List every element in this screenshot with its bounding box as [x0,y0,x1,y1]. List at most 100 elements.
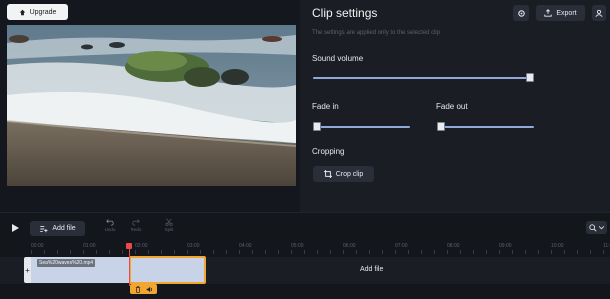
ruler-tick [577,250,578,254]
video-preview[interactable] [7,25,296,186]
redo-icon [132,219,140,226]
upgrade-button[interactable]: Upgrade [7,4,68,20]
selected-clip[interactable] [129,256,206,284]
clip-name: Sea%20waves%20.mp4 [37,259,96,267]
ruler-tick [590,250,591,254]
preview-pane: Upgrade [0,0,300,212]
cropping-label: Cropping [312,147,345,156]
ruler-tick-label: 05:00 [291,243,304,249]
fade-in-label: Fade in [312,102,339,111]
gear-icon [517,9,525,17]
play-icon[interactable] [10,223,20,233]
ruler-tick [161,250,162,254]
ruler-tick [434,250,435,254]
ruler-tick [44,250,45,254]
zoom-icon [589,223,597,232]
ruler-tick [226,250,227,254]
crop-clip-button[interactable]: Crop clip [313,166,374,182]
ruler-tick-label: 06:00 [343,243,356,249]
settings-title: Clip settings [312,6,378,20]
ruler-tick [603,250,604,254]
ruler-tick [174,250,175,254]
playhead-line [129,246,130,286]
sound-volume-label: Sound volume [312,54,364,63]
slider-track [313,126,410,128]
sound-volume-slider[interactable] [313,73,534,82]
upgrade-label: Upgrade [29,8,57,16]
split-label: Split [164,227,174,232]
ruler-tick [408,250,409,254]
ruler-tick [512,250,513,254]
add-file-track-label[interactable]: Add file [360,266,383,273]
ruler-tick [343,250,344,254]
ruler-tick [551,250,552,254]
export-icon [544,9,553,17]
undo-label: Undo [104,227,116,232]
ruler-tick [148,250,149,254]
ruler-tick [57,250,58,254]
volume-icon[interactable] [146,286,153,293]
ruler-tick-label: 11:00 [603,243,610,249]
ruler-tick [447,250,448,254]
ruler-tick [538,250,539,254]
redo-button[interactable]: Redo [127,218,145,232]
undo-button[interactable]: Undo [101,218,119,232]
crop-icon [323,170,332,178]
ruler-tick [252,250,253,254]
account-button[interactable] [592,5,606,21]
export-button[interactable]: Export [536,5,585,21]
fade-out-slider[interactable] [437,122,534,131]
ruler-tick [213,250,214,254]
ruler-tick-label: 00:00 [31,243,44,249]
ruler-tick [122,250,123,254]
ruler-tick-label: 10:00 [551,243,564,249]
clip-trim-handle[interactable]: + [24,257,31,283]
ruler-tick-label: 04:00 [239,243,252,249]
ruler-tick [291,250,292,254]
ruler-tick [356,250,357,254]
ruler-tick [330,250,331,254]
chevron-down-icon [599,225,604,229]
timeline-ruler[interactable]: 00:00 01:00 02:00 03:00 04:00 05:00 06:00 07:00… [0,240,610,255]
ruler-tick-label: 01:00 [83,243,96,249]
slider-track [437,126,534,128]
undo-icon [106,219,114,226]
ruler-tick [369,250,370,254]
ruler-tick [382,250,383,254]
delete-icon[interactable] [135,285,141,293]
split-button[interactable]: Split [160,218,178,232]
fade-in-slider[interactable] [313,122,410,131]
ruler-tick-label: 09:00 [499,243,512,249]
playhead-handle[interactable] [126,243,132,249]
ruler-tick-label: 07:00 [395,243,408,249]
ruler-tick [83,250,84,254]
ruler-tick [187,250,188,254]
scissors-icon [165,218,173,226]
slider-thumb[interactable] [313,122,321,131]
ruler-tick [239,250,240,254]
add-file-button[interactable]: Add file [30,221,85,236]
ruler-tick [109,250,110,254]
ruler-tick [31,250,32,254]
ruler-tick-label: 08:00 [447,243,460,249]
ruler-tick [135,250,136,254]
clip-settings-panel: Clip settings The settings are applied o… [300,0,610,212]
user-icon [595,9,603,17]
clip-toolbar [130,284,157,294]
ruler-tick [486,250,487,254]
ruler-tick [421,250,422,254]
redo-label: Redo [130,227,142,232]
zoom-button[interactable] [586,221,607,234]
slider-thumb[interactable] [526,73,534,82]
slider-thumb[interactable] [437,122,445,131]
ruler-tick [265,250,266,254]
add-file-icon [40,225,48,232]
settings-button[interactable] [513,5,529,21]
ruler-tick [70,250,71,254]
ruler-tick [304,250,305,254]
ruler-tick [278,250,279,254]
ruler-tick [460,250,461,254]
timeline: Add file Undo Redo Split 00:00 01:00 02:00… [0,212,610,299]
ruler-tick [200,250,201,254]
add-file-label: Add file [52,225,76,232]
